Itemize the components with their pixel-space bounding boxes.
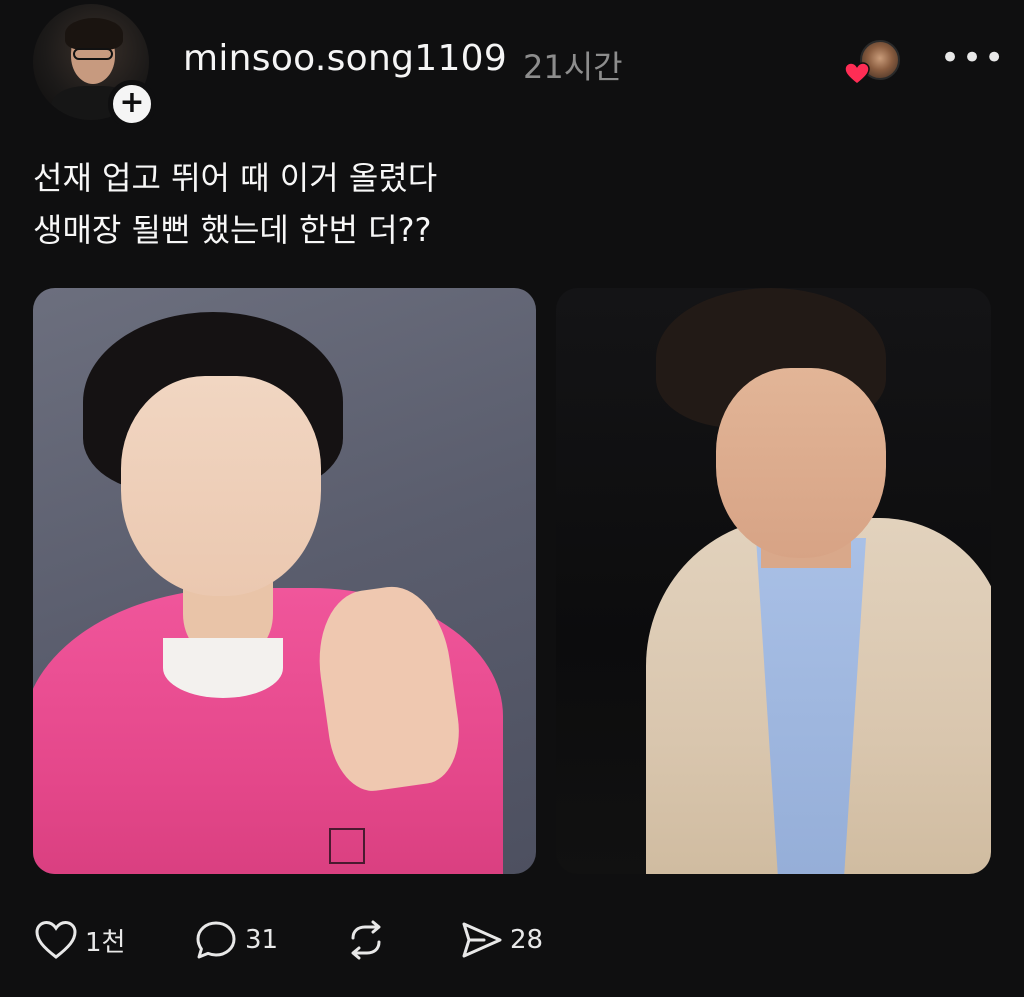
comment-icon [196, 921, 236, 959]
caption-line: 선재 업고 뛰어 때 이거 올렸다 [33, 159, 438, 197]
like-count: 1천 [85, 927, 126, 958]
heart-icon [844, 62, 870, 85]
like-button[interactable]: 1천 [33, 918, 125, 962]
post-caption: 선재 업고 뛰어 때 이거 올렸다 생매장 될뻔 했는데 한번 더?? [33, 152, 437, 256]
send-icon [462, 922, 502, 958]
caption-line: 생매장 될뻔 했는데 한번 더?? [33, 211, 432, 249]
action-bar: 1천 31 28 [33, 918, 593, 962]
photo-left[interactable] [33, 288, 536, 874]
heart-outline-icon [35, 920, 77, 959]
comment-count: 31 [245, 925, 279, 955]
username[interactable]: minsoo.song1109 [183, 38, 507, 79]
share-count: 28 [510, 925, 544, 955]
repost-icon [351, 920, 381, 960]
repost-button[interactable] [343, 918, 389, 962]
post-time: 21시간 [523, 48, 623, 86]
photo-right[interactable] [556, 288, 991, 874]
follow-plus-icon[interactable]: + [108, 80, 156, 128]
comment-button[interactable]: 31 [193, 918, 278, 962]
more-icon[interactable]: ••• [940, 38, 1006, 78]
share-button[interactable]: 28 [458, 918, 543, 962]
